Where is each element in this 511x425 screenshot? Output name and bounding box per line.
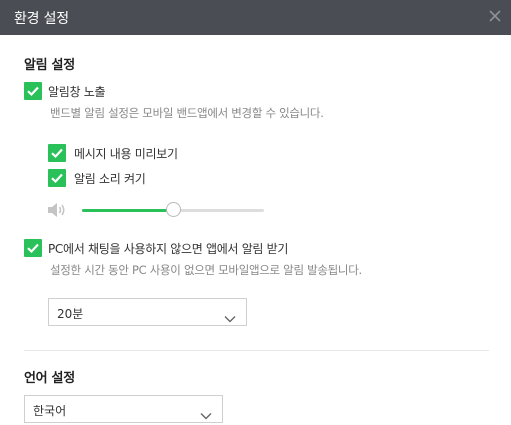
check-icon [27,243,39,254]
section-divider [24,350,489,351]
inactive-time-value: 20분 [57,307,84,321]
settings-dialog: 환경 설정 알림 설정 알림창 노출 밴드별 알림 설정은 모바일 밴드앱에서 … [0,0,511,425]
message-preview-label: 메시지 내용 미리보기 [74,147,178,161]
chevron-down-icon [200,405,212,420]
sound-checkbox[interactable] [48,169,66,187]
language-section-title: 언어 설정 [24,371,75,386]
check-icon [51,148,63,159]
notification-bar-label: 알림창 노출 [48,85,106,99]
check-icon [51,173,63,184]
message-preview-checkbox[interactable] [48,144,66,162]
dialog-titlebar: 환경 설정 [0,0,511,35]
language-value: 한국어 [33,404,67,418]
pc-inactive-checkbox[interactable] [24,239,42,257]
language-select[interactable]: 한국어 [24,395,223,423]
volume-slider-fill [82,209,173,212]
check-icon [27,86,39,97]
notification-bar-checkbox[interactable] [24,82,42,100]
chevron-down-icon [224,308,236,323]
inactive-time-select[interactable]: 20분 [48,298,247,326]
speaker-icon[interactable] [47,202,67,218]
notification-bar-description: 밴드별 알림 설정은 모바일 밴드앱에서 변경할 수 있습니다. [50,106,324,120]
dialog-title: 환경 설정 [14,11,69,27]
close-icon[interactable] [488,8,502,22]
pc-inactive-label: PC에서 채팅을 사용하지 않으면 앱에서 알림 받기 [48,242,289,256]
volume-slider-handle[interactable] [166,202,181,217]
pc-inactive-description: 설정한 시간 동안 PC 사용이 없으면 모바일앱으로 알림 발송됩니다. [50,263,362,277]
sound-label: 알림 소리 켜기 [74,172,146,186]
notification-section-title: 알림 설정 [24,58,75,73]
